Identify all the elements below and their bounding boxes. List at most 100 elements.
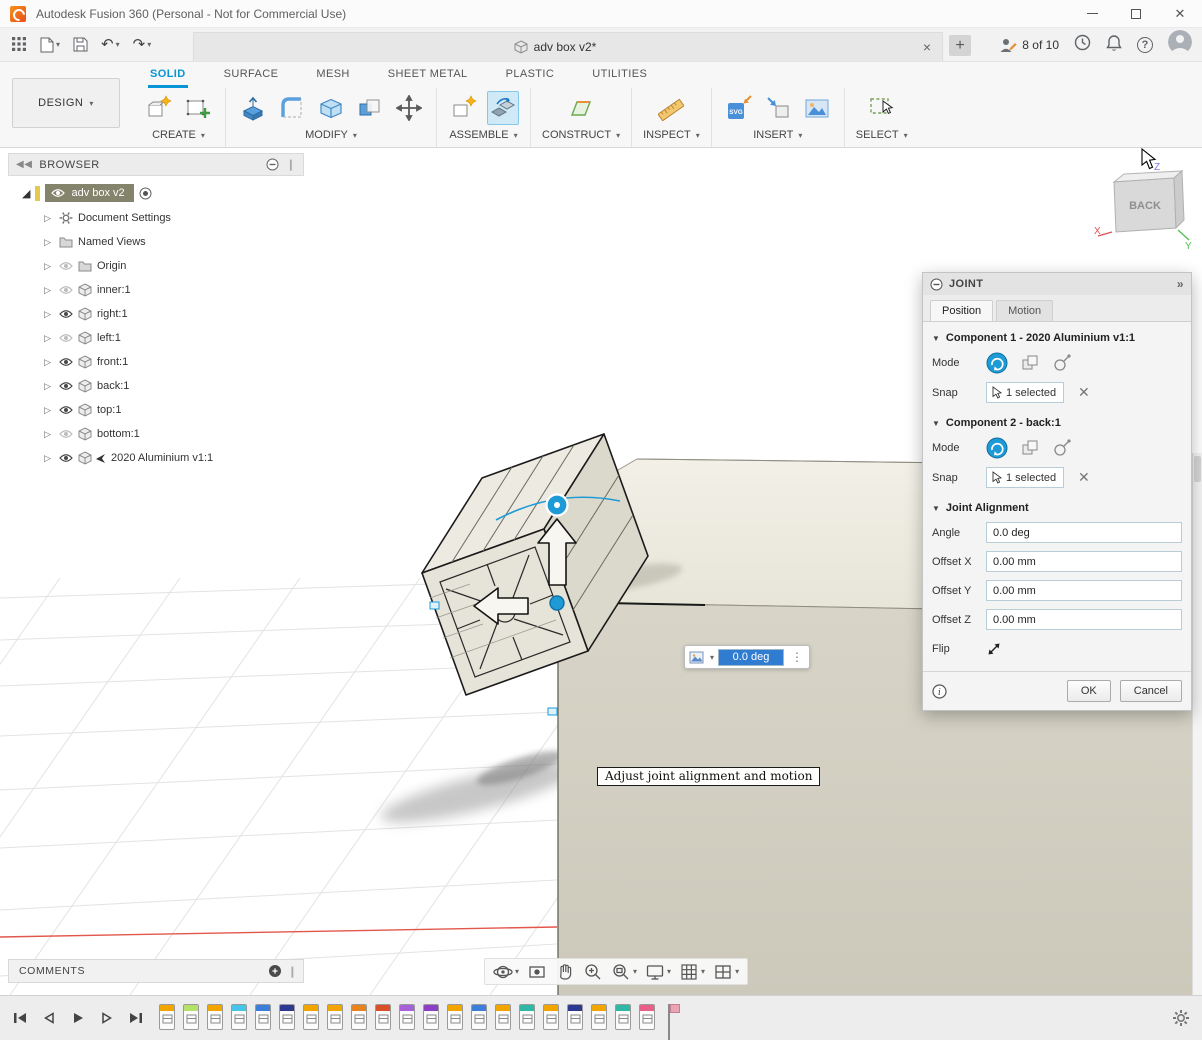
insert-svg-tool[interactable]: SVG [723, 91, 755, 125]
derive-tool[interactable] [762, 91, 794, 125]
play-icon[interactable] [70, 1011, 86, 1025]
press-pull-tool[interactable] [237, 91, 269, 125]
angle-input[interactable]: 0.0 deg [986, 522, 1182, 543]
expand-caret-icon[interactable]: ◢ [22, 187, 30, 200]
component1-snap-field[interactable]: 1 selected [986, 382, 1064, 403]
timeline-playhead[interactable] [666, 1004, 682, 1040]
browser-item-document-settings[interactable]: ▷Document Settings [8, 206, 304, 230]
visibility-eye-icon[interactable] [59, 309, 73, 319]
expand-caret-icon[interactable]: ▷ [44, 309, 54, 320]
timeline-feature[interactable] [159, 1004, 175, 1030]
tab-mesh[interactable]: MESH [314, 62, 351, 88]
joint-alignment-section-header[interactable]: ▼Joint Alignment [923, 492, 1191, 518]
tab-position[interactable]: Position [930, 300, 993, 321]
orbit-icon[interactable]: ▾ [491, 962, 521, 982]
manipulator-mode-icon[interactable] [689, 651, 704, 664]
timeline-feature[interactable] [231, 1004, 247, 1030]
visibility-eye-icon[interactable] [59, 381, 73, 391]
go-to-end-icon[interactable] [128, 1011, 144, 1025]
shell-tool[interactable] [315, 91, 347, 125]
timeline-feature[interactable] [639, 1004, 655, 1030]
mode-motion-icon[interactable] [1052, 353, 1072, 373]
browser-item-named-views[interactable]: ▷Named Views [8, 230, 304, 254]
expand-caret-icon[interactable]: ▷ [44, 453, 54, 464]
create-sketch-tool[interactable] [182, 91, 214, 125]
panel-grip[interactable]: ❙ [286, 158, 296, 171]
timeline-feature[interactable] [303, 1004, 319, 1030]
timeline-feature[interactable] [519, 1004, 535, 1030]
add-comment-icon[interactable] [268, 964, 282, 978]
timeline-feature[interactable] [375, 1004, 391, 1030]
expand-caret-icon[interactable]: ▷ [44, 213, 54, 224]
activate-radio-icon[interactable] [139, 187, 152, 200]
go-to-start-icon[interactable] [12, 1011, 28, 1025]
look-at-icon[interactable] [525, 962, 549, 982]
file-menu-icon[interactable]: ▾ [40, 37, 60, 53]
assemble-new-component-tool[interactable] [448, 91, 480, 125]
timeline-settings-gear-icon[interactable] [1172, 1009, 1190, 1032]
pan-icon[interactable] [553, 962, 577, 982]
offset-y-input[interactable]: 0.00 mm [986, 580, 1182, 601]
grid-settings-icon[interactable]: ▾ [677, 962, 707, 982]
expand-caret-icon[interactable]: ▷ [44, 381, 54, 392]
browser-item-back-1[interactable]: ▷back:1 [8, 374, 304, 398]
dock-dialog-icon[interactable]: » [1177, 277, 1184, 291]
visibility-eye-icon[interactable] [59, 357, 73, 367]
timeline-feature[interactable] [615, 1004, 631, 1030]
expand-caret-icon[interactable]: ▷ [44, 333, 54, 344]
visibility-eye-icon[interactable] [51, 188, 65, 198]
timeline-feature[interactable] [591, 1004, 607, 1030]
browser-item-right-1[interactable]: ▷right:1 [8, 302, 304, 326]
mode-between-faces-icon[interactable] [1020, 438, 1040, 458]
timeline-feature[interactable] [471, 1004, 487, 1030]
document-tab[interactable]: adv box v2* [194, 40, 916, 54]
expand-caret-icon[interactable]: ▷ [44, 405, 54, 416]
construction-plane-tool[interactable] [565, 91, 597, 125]
component2-snap-field[interactable]: 1 selected [986, 467, 1064, 488]
expand-caret-icon[interactable]: ▷ [44, 357, 54, 368]
angle-input[interactable]: 0.0 deg [718, 649, 784, 666]
save-icon[interactable] [73, 37, 88, 52]
mode-simple-icon-selected[interactable] [986, 352, 1008, 374]
history-clock-icon[interactable] [1074, 34, 1091, 56]
comments-bar[interactable]: COMMENTS ❙ [8, 959, 304, 983]
component1-section-header[interactable]: ▼Component 1 - 2020 Aluminium v1:1 [923, 322, 1191, 348]
offset-z-input[interactable]: 0.00 mm [986, 609, 1182, 630]
clear-selection-icon[interactable]: ✕ [1078, 384, 1090, 401]
close-button[interactable]: ✕ [1158, 0, 1202, 27]
visibility-eye-icon[interactable] [59, 333, 73, 343]
new-component-tool[interactable] [143, 91, 175, 125]
visibility-eye-icon[interactable] [59, 429, 73, 439]
new-tab-button[interactable]: + [949, 35, 971, 56]
browser-item-left-1[interactable]: ▷left:1 [8, 326, 304, 350]
browser-item-bottom-1[interactable]: ▷bottom:1 [8, 422, 304, 446]
visibility-eye-icon[interactable] [59, 453, 73, 463]
display-settings-icon[interactable]: ▾ [643, 962, 673, 982]
timeline-feature[interactable] [447, 1004, 463, 1030]
job-status[interactable]: 8 of 10 [999, 37, 1059, 53]
timeline-feature[interactable] [399, 1004, 415, 1030]
modeling-canvas[interactable]: ◀◀ BROWSER ❙ ◢ adv box v2 ▷Document Sett… [0, 148, 1202, 995]
timeline-feature[interactable] [543, 1004, 559, 1030]
chevron-down-icon[interactable]: ▾ [710, 653, 714, 662]
browser-item-origin[interactable]: ▷Origin [8, 254, 304, 278]
clear-selection-icon[interactable]: ✕ [1078, 469, 1090, 486]
timeline-feature[interactable] [207, 1004, 223, 1030]
mode-simple-icon-selected[interactable] [986, 437, 1008, 459]
tab-motion[interactable]: Motion [996, 300, 1053, 321]
zoom-window-icon[interactable]: ▾ [609, 962, 639, 982]
notifications-bell-icon[interactable] [1106, 34, 1122, 56]
snap-handle[interactable] [430, 602, 439, 609]
fillet-tool[interactable] [276, 91, 308, 125]
collapse-dialog-icon[interactable] [930, 278, 943, 291]
joint-tool[interactable] [487, 91, 519, 125]
flip-icon[interactable] [986, 641, 1002, 657]
combine-tool[interactable] [354, 91, 386, 125]
viewcube[interactable]: BACK X Y Z [1092, 160, 1192, 255]
expand-caret-icon[interactable]: ▷ [44, 429, 54, 440]
timeline-feature[interactable] [351, 1004, 367, 1030]
measure-tool[interactable] [655, 91, 687, 125]
step-back-icon[interactable] [41, 1011, 57, 1025]
component2-section-header[interactable]: ▼Component 2 - back:1 [923, 407, 1191, 433]
timeline-feature[interactable] [423, 1004, 439, 1030]
